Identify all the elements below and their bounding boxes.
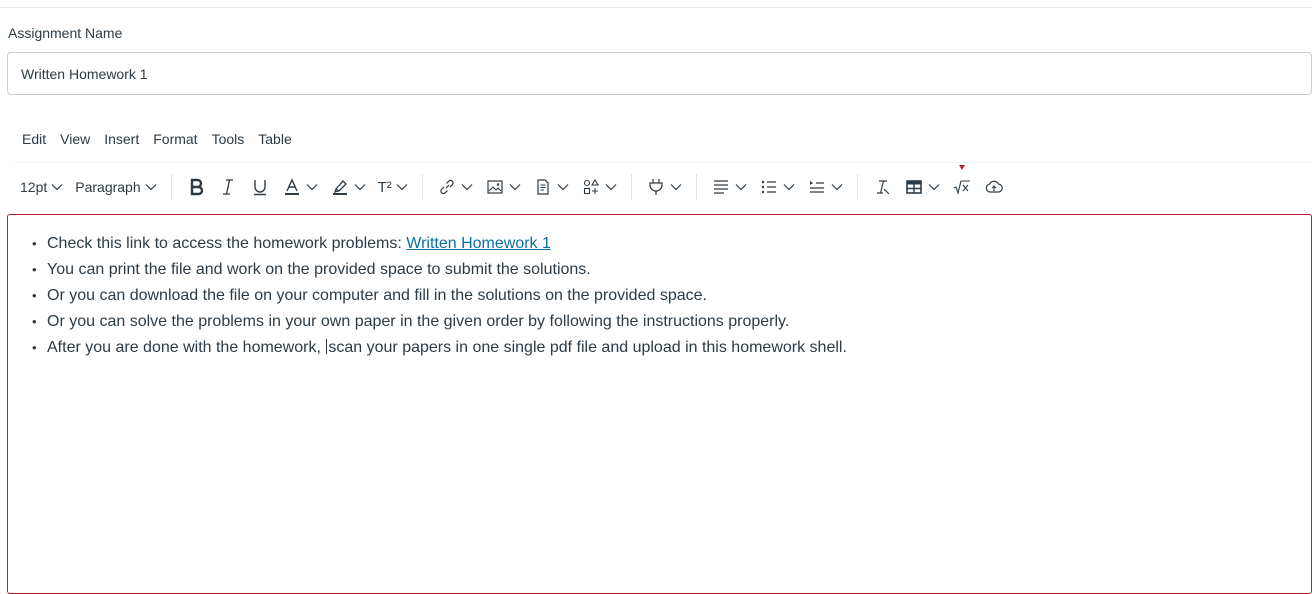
list-item: Or you can solve the problems in your ow… <box>32 309 847 335</box>
align-button[interactable] <box>705 172 753 202</box>
chevron-down-icon <box>461 184 473 191</box>
chevron-down-icon <box>509 184 521 191</box>
superscript-button[interactable]: T² <box>372 172 414 202</box>
plug-icon <box>649 179 663 195</box>
menu-view[interactable]: View <box>60 131 90 147</box>
document-button[interactable] <box>527 172 575 202</box>
italic-icon <box>222 179 233 195</box>
underline-button[interactable] <box>244 172 276 202</box>
editor-menubar: Edit View Insert Format Tools Table <box>22 131 306 147</box>
apps-button[interactable] <box>640 172 688 202</box>
toolbar-separator <box>170 174 172 200</box>
menu-tools[interactable]: Tools <box>212 131 245 147</box>
bold-icon <box>190 178 203 196</box>
list-item-text: scan your papers in one single pdf file … <box>328 339 847 356</box>
chevron-down-icon <box>145 184 157 191</box>
chevron-down-icon <box>735 184 747 191</box>
chevron-down-icon <box>354 184 366 191</box>
toolbar-divider <box>14 162 1312 163</box>
menu-format[interactable]: Format <box>153 131 197 147</box>
toolbar-separator <box>695 174 697 200</box>
menu-table[interactable]: Table <box>258 131 291 147</box>
chevron-down-icon <box>831 184 843 191</box>
equation-button[interactable] <box>946 172 978 202</box>
chevron-down-icon <box>670 184 682 191</box>
table-button[interactable] <box>898 172 946 202</box>
chevron-down-icon <box>51 184 63 191</box>
image-icon <box>487 180 503 194</box>
clear-formatting-button[interactable] <box>866 172 898 202</box>
document-icon <box>537 179 549 195</box>
assignment-name-label: Assignment Name <box>8 25 123 41</box>
superscript-icon: T² <box>377 178 392 196</box>
top-divider <box>0 7 1312 8</box>
font-size-dropdown[interactable]: 12pt <box>14 172 69 202</box>
table-icon <box>906 180 922 194</box>
underline-icon <box>253 180 266 196</box>
square-root-icon <box>953 180 970 195</box>
font-size-value: 12pt <box>20 179 48 195</box>
embed-button[interactable] <box>575 172 623 202</box>
text-color-icon <box>284 178 299 195</box>
menu-edit[interactable]: Edit <box>22 131 46 147</box>
indent-button[interactable] <box>801 172 849 202</box>
homework-link[interactable]: Written Homework 1 <box>406 235 551 252</box>
upload-cloud-button[interactable] <box>978 172 1010 202</box>
list-item: After you are done with the homework, sc… <box>32 335 847 361</box>
chevron-down-icon <box>557 184 569 191</box>
cloud-icon <box>985 180 1003 193</box>
block-format-value: Paragraph <box>75 179 141 195</box>
toolbar-separator <box>856 174 858 200</box>
bulleted-list-icon <box>761 180 776 194</box>
list-item: Check this link to access the homework p… <box>32 231 847 257</box>
chevron-down-icon <box>605 184 617 191</box>
align-left-icon <box>713 180 728 194</box>
block-format-dropdown[interactable]: Paragraph <box>69 172 162 202</box>
list-item: Or you can download the file on your com… <box>32 283 847 309</box>
text-color-button[interactable] <box>276 172 324 202</box>
list-button[interactable] <box>753 172 801 202</box>
highlighter-icon <box>332 180 347 195</box>
rich-text-editor[interactable]: Check this link to access the homework p… <box>7 214 1312 594</box>
italic-button[interactable] <box>212 172 244 202</box>
link-icon <box>440 179 454 195</box>
toolbar-separator <box>421 174 423 200</box>
toolbar-separator <box>630 174 632 200</box>
link-button[interactable] <box>431 172 479 202</box>
image-button[interactable] <box>479 172 527 202</box>
chevron-down-icon <box>306 184 318 191</box>
chevron-down-icon <box>928 184 940 191</box>
list-item-text: Check this link to access the homework p… <box>47 235 407 252</box>
highlight-color-button[interactable] <box>324 172 372 202</box>
list-item-text: After you are done with the homework, <box>47 339 326 356</box>
bold-button[interactable] <box>180 172 212 202</box>
chevron-down-icon <box>783 184 795 191</box>
instructions-list: Check this link to access the homework p… <box>32 231 847 361</box>
indent-icon <box>809 181 824 193</box>
assignment-name-input[interactable] <box>7 52 1312 95</box>
chevron-down-icon <box>396 184 408 191</box>
list-item: You can print the file and work on the p… <box>32 257 847 283</box>
shapes-icon <box>583 178 599 195</box>
editor-toolbar: 12pt Paragraph T² <box>14 168 1010 206</box>
clear-formatting-icon <box>876 180 890 195</box>
menu-insert[interactable]: Insert <box>104 131 139 147</box>
